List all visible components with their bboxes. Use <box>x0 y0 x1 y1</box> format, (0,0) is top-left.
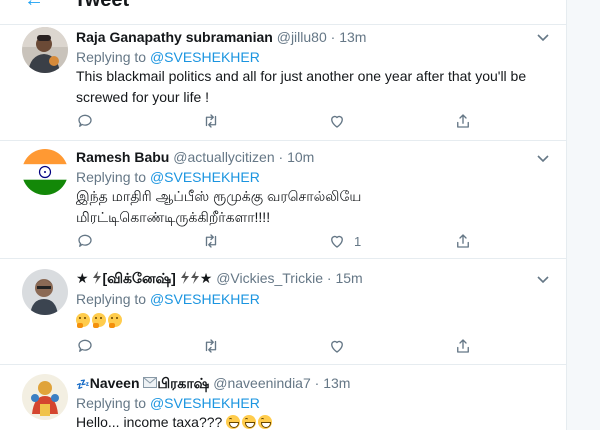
avatar-image <box>22 27 68 73</box>
avatar[interactable] <box>22 374 68 420</box>
separator: · <box>278 149 284 165</box>
envelope-icon <box>143 377 158 388</box>
share-icon <box>457 234 469 248</box>
tweet[interactable]: Raja Ganapathy subramanian @jillu80 · 13… <box>0 25 566 141</box>
retweet-icon <box>205 339 217 353</box>
like-button[interactable] <box>328 336 346 356</box>
share-button[interactable] <box>454 231 472 251</box>
avatar[interactable] <box>22 149 68 195</box>
separator: · <box>330 29 336 45</box>
thinking-emoji-icon <box>108 313 122 328</box>
replying-to: Replying to @SVESHEKHER <box>76 49 260 65</box>
avatar-image <box>22 374 68 420</box>
grinning-emoji-icon <box>258 415 273 429</box>
tweet-header: 💤Naveen பிரகாஷ் @naveenindia7 · 13m <box>76 375 350 394</box>
tweet-header: Ramesh Babu @actuallycitizen · 10m <box>76 149 314 165</box>
reply-button[interactable] <box>76 111 94 131</box>
author-name-text: [விக்னேஷ்] <box>102 270 176 286</box>
back-arrow-icon[interactable]: ← <box>24 0 44 10</box>
chevron-down-icon[interactable] <box>536 30 550 44</box>
author-name[interactable]: ★ [விக்னேஷ்] ★ <box>76 270 216 286</box>
tweet-text <box>76 310 546 331</box>
author-handle[interactable]: @naveenindia7 <box>213 375 311 391</box>
like-count: 1 <box>354 233 362 249</box>
replying-to: Replying to @SVESHEKHER <box>76 291 260 307</box>
lightning-icon <box>190 271 199 284</box>
retweet-button[interactable] <box>202 231 220 251</box>
page-header: ← Tweet <box>0 0 566 25</box>
tweet-text-content: Hello... income taxa??? <box>76 414 223 430</box>
mention-link[interactable]: @SVESHEKHER <box>150 395 260 411</box>
chevron-down-icon[interactable] <box>536 151 550 165</box>
author-name-text-2: பிரகாஷ் <box>157 375 210 391</box>
like-icon <box>331 235 343 248</box>
grinning-emoji-icon <box>226 415 241 429</box>
replying-to: Replying to @SVESHEKHER <box>76 395 260 411</box>
mention-link[interactable]: @SVESHEKHER <box>150 49 260 65</box>
share-icon <box>457 339 469 353</box>
name-star-icon: ★ <box>199 270 213 286</box>
name-star-icon: ★ <box>76 270 89 286</box>
lightning-icon <box>180 271 189 284</box>
replying-label: Replying to <box>76 49 147 65</box>
replying-label: Replying to <box>76 169 147 185</box>
zzz-icon: 💤 <box>76 379 90 391</box>
right-gutter <box>566 0 600 430</box>
separator: · <box>314 375 320 391</box>
tweet-actions <box>76 111 476 131</box>
avatar[interactable] <box>22 269 68 315</box>
lightning-icon <box>93 271 102 284</box>
replying-to: Replying to @SVESHEKHER <box>76 169 260 185</box>
share-icon <box>457 114 469 128</box>
avatar[interactable] <box>22 27 68 73</box>
tweet-header: ★ [விக்னேஷ்] ★ @Vickies_Trickie · 15m <box>76 270 363 289</box>
reply-icon <box>78 234 92 247</box>
author-name[interactable]: Raja Ganapathy subramanian <box>76 29 273 45</box>
timestamp[interactable]: 10m <box>287 149 314 165</box>
timestamp[interactable]: 15m <box>335 270 362 286</box>
replying-label: Replying to <box>76 291 147 307</box>
replying-label: Replying to <box>76 395 147 411</box>
reply-icon <box>78 339 92 352</box>
like-button[interactable] <box>328 111 346 131</box>
mention-link[interactable]: @SVESHEKHER <box>150 169 260 185</box>
timestamp[interactable]: 13m <box>323 375 350 391</box>
share-button[interactable] <box>454 111 472 131</box>
tweet[interactable]: 💤Naveen பிரகாஷ் @naveenindia7 · 13m Repl… <box>0 365 566 430</box>
avatar-flag-image <box>22 149 68 195</box>
mention-link[interactable]: @SVESHEKHER <box>150 291 260 307</box>
tweet[interactable]: ★ [விக்னேஷ்] ★ @Vickies_Trickie · 15m Re… <box>0 259 566 365</box>
author-name[interactable]: 💤Naveen பிரகாஷ் <box>76 375 213 391</box>
reply-button[interactable] <box>76 231 94 251</box>
retweet-button[interactable] <box>202 111 220 131</box>
thinking-emoji-icon <box>76 313 90 328</box>
reply-icon <box>78 114 92 127</box>
share-button[interactable] <box>454 336 472 356</box>
page-title: Tweet <box>74 0 130 11</box>
retweet-icon <box>205 234 217 248</box>
like-icon <box>331 115 343 128</box>
like-button[interactable]: 1 <box>328 231 361 251</box>
author-handle[interactable]: @actuallycitizen <box>173 149 274 165</box>
tweet-actions <box>76 336 476 356</box>
author-handle[interactable]: @Vickies_Trickie <box>216 270 323 286</box>
tweet-text: இந்த மாதிரி ஆப்பீஸ் ரூமுக்கு வரசொல்லியே … <box>76 188 362 225</box>
reply-button[interactable] <box>76 336 94 356</box>
separator: · <box>326 270 332 286</box>
chevron-down-icon[interactable] <box>536 272 550 286</box>
retweet-icon <box>205 114 217 128</box>
tweet-text: This blackmail politics and all for just… <box>76 68 527 105</box>
tweet-actions: 1 <box>76 231 476 251</box>
avatar-image <box>22 269 68 315</box>
author-handle[interactable]: @jillu80 <box>277 29 327 45</box>
thinking-emoji-icon <box>92 313 106 328</box>
tweet[interactable]: Ramesh Babu @actuallycitizen · 10m Reply… <box>0 141 566 259</box>
author-name-text: Naveen <box>89 375 140 391</box>
author-name[interactable]: Ramesh Babu <box>76 149 169 165</box>
like-icon <box>331 340 343 353</box>
timestamp[interactable]: 13m <box>339 29 366 45</box>
retweet-button[interactable] <box>202 336 220 356</box>
tweet-header: Raja Ganapathy subramanian @jillu80 · 13… <box>76 29 366 45</box>
grinning-emoji-icon <box>242 415 257 429</box>
